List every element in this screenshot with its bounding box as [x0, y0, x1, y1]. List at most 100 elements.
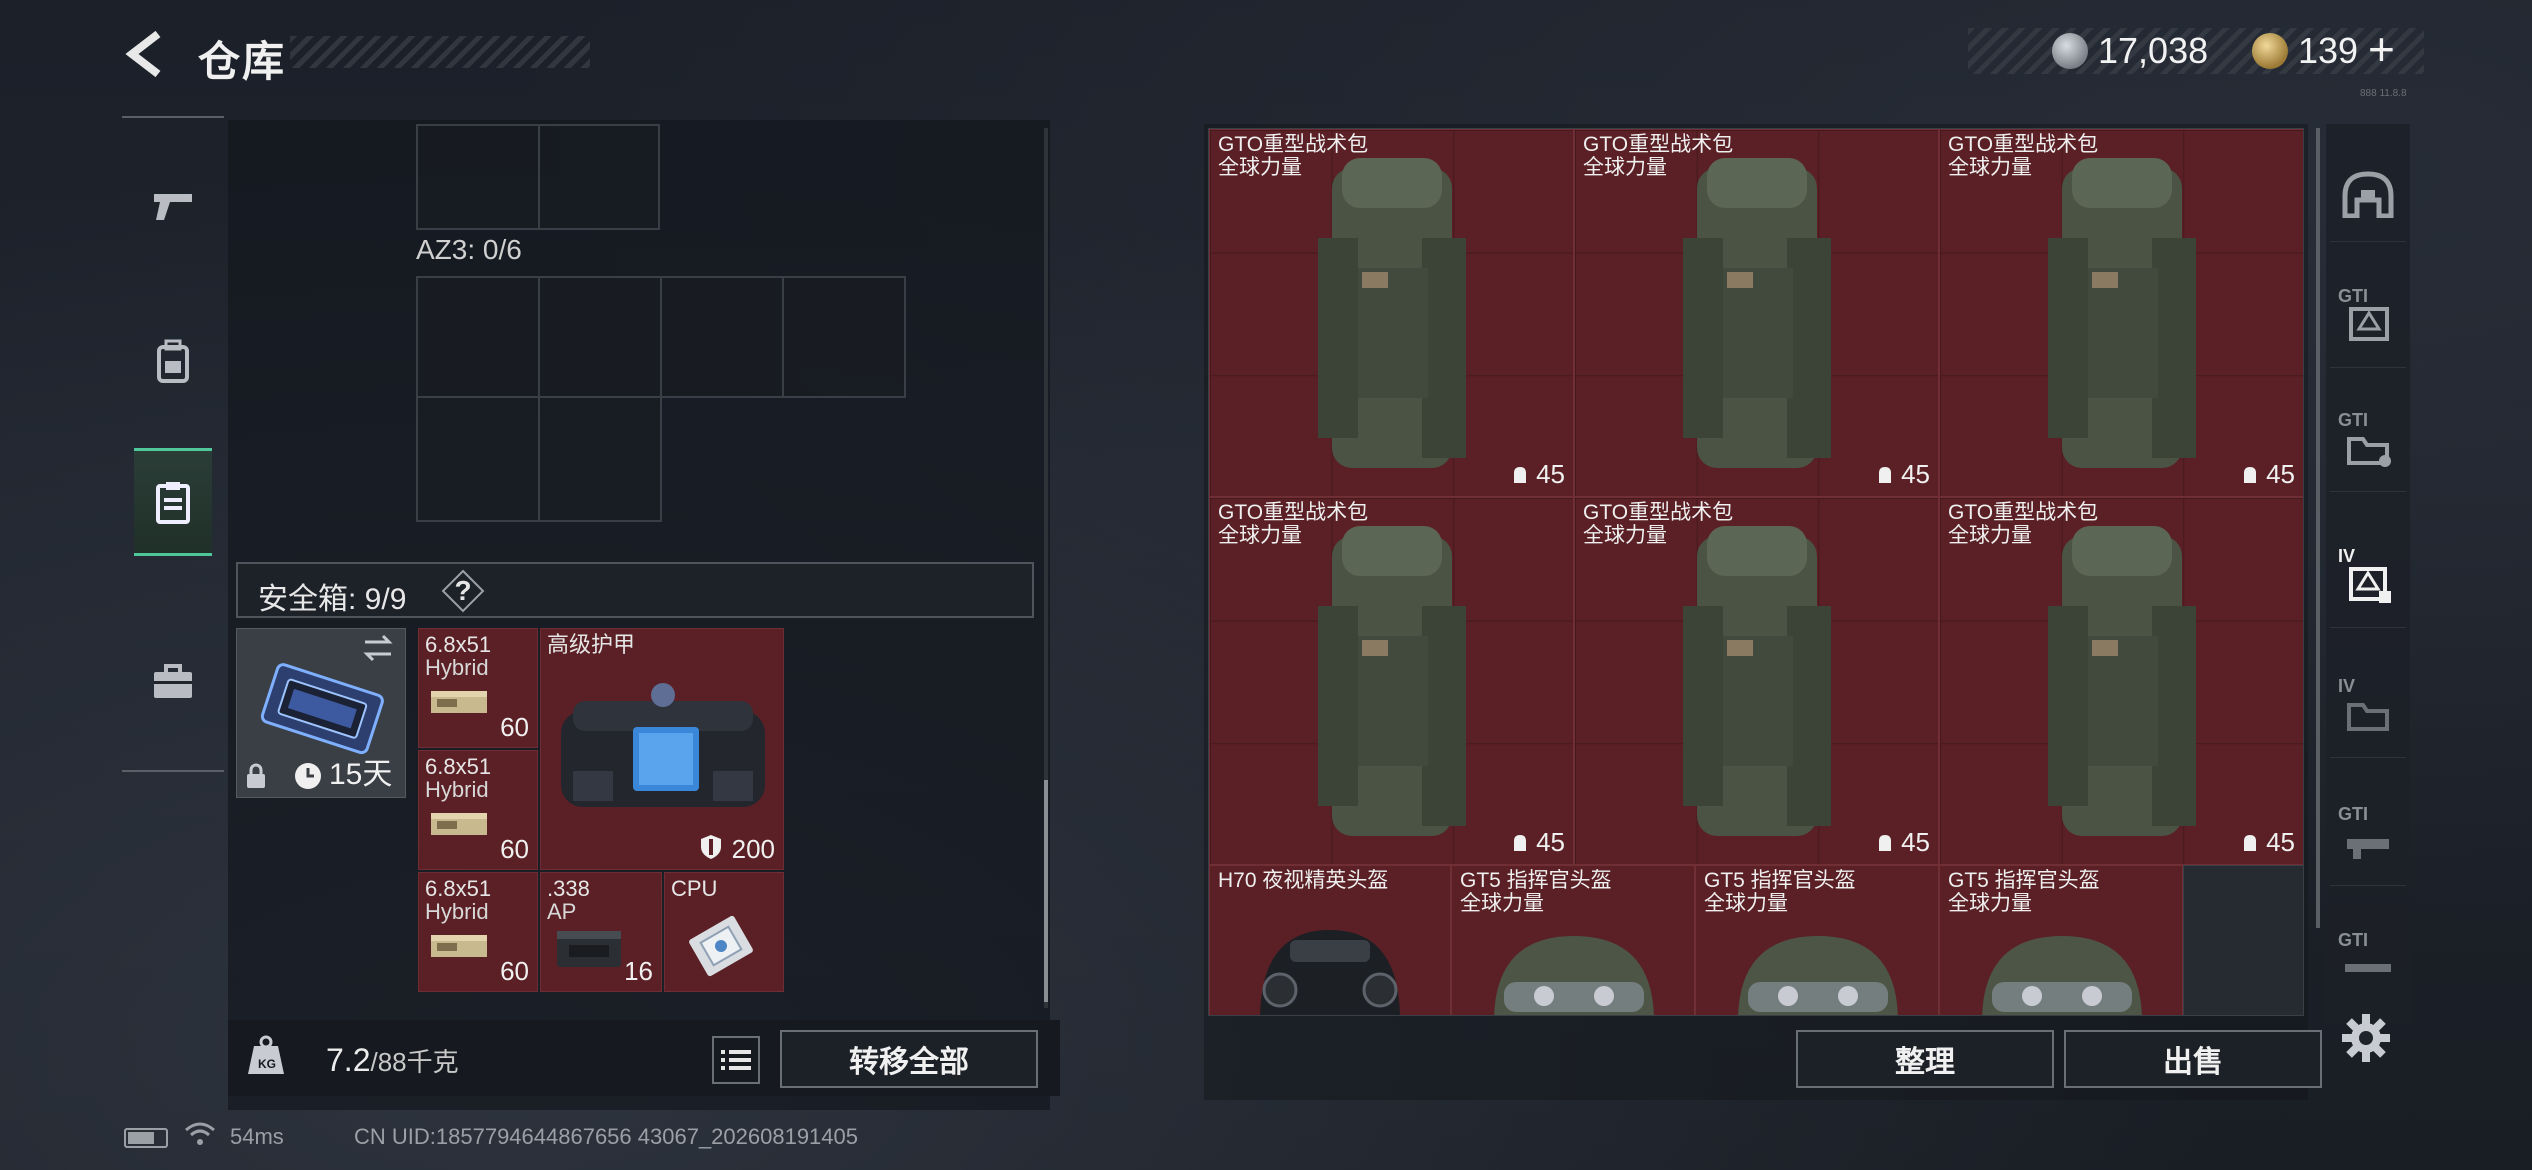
backpack-image: [1683, 158, 1831, 468]
slot-divider: [782, 276, 784, 398]
capacity-value: 45: [1901, 827, 1930, 857]
tab-container[interactable]: [134, 448, 212, 556]
stash-tab-gti-rifle[interactable]: GTI: [2330, 916, 2406, 1012]
capacity-value: 45: [1901, 459, 1930, 489]
stash-item-backpack[interactable]: GTO重型战术包 全球力量 45: [1209, 497, 1574, 865]
capacity-label: 45: [2240, 827, 2295, 858]
armor-item[interactable]: 高级护甲 200: [540, 628, 784, 870]
transfer-all-button[interactable]: 转移全部: [780, 1030, 1038, 1088]
capacity-value: 45: [1536, 459, 1565, 489]
stash-item-backpack[interactable]: GTO重型战术包 全球力量 45: [1209, 129, 1574, 497]
item-subname: 全球力量: [1218, 524, 1302, 547]
empty-stash-slot[interactable]: [2183, 865, 2303, 1015]
ammo-item[interactable]: .338 AP 16: [540, 872, 662, 992]
item-subname: 全球力量: [1704, 892, 1788, 915]
swap-icon: [361, 633, 395, 663]
tab-label: GTI: [2338, 410, 2368, 430]
tab-weapons[interactable]: [134, 152, 212, 260]
stash-tab-helmet[interactable]: [2330, 146, 2406, 242]
capacity-icon: [2244, 834, 2257, 851]
stash-tab-iv-folder[interactable]: IV: [2330, 662, 2406, 758]
backpack-icon: [153, 339, 193, 385]
add-currency-button[interactable]: +: [2368, 22, 2395, 76]
slot-divider: [538, 276, 540, 522]
capacity-icon: [1879, 834, 1892, 851]
capacity-label: 45: [1510, 827, 1565, 858]
case-timer: 15天: [329, 758, 393, 791]
item-subname: 全球力量: [1218, 156, 1302, 179]
capacity-value: 45: [2266, 827, 2295, 857]
backpack-image: [1318, 526, 1466, 836]
svg-text:KG: KG: [258, 1057, 276, 1071]
item-count: 60: [500, 834, 529, 864]
tab-label: GTI: [2338, 804, 2368, 824]
back-button[interactable]: [122, 28, 166, 80]
stash-tab-iv[interactable]: IV: [2330, 532, 2406, 628]
stash-item-backpack[interactable]: GTO重型战术包 全球力量 45: [1939, 129, 2303, 497]
safe-case-item[interactable]: 15天: [236, 628, 406, 798]
left-tab-bar: [122, 116, 224, 772]
item-name: 6.8x51: [425, 876, 492, 901]
backpack-image: [1318, 158, 1466, 468]
item-name: GT5 指挥官头盔: [1460, 869, 1612, 892]
ammo-item[interactable]: 6.8x51 Hybrid 60: [418, 628, 538, 748]
item-name: 高级护甲: [547, 632, 636, 657]
ammo-item[interactable]: 6.8x51 Hybrid 60: [418, 750, 538, 870]
stash-item-helmet[interactable]: GT5 指挥官头盔 全球力量: [1939, 865, 2183, 1015]
stash-item-backpack[interactable]: GTO重型战术包 全球力量 45: [1939, 497, 2303, 865]
clipboard-icon: [155, 480, 191, 524]
tab-backpack[interactable]: [134, 308, 212, 416]
item-subname: 全球力量: [1583, 524, 1667, 547]
sort-button[interactable]: 整理: [1796, 1030, 2054, 1088]
list-view-button[interactable]: [712, 1036, 760, 1084]
stash-tab-gti[interactable]: GTI: [2330, 272, 2406, 368]
item-subname: Hybrid: [425, 655, 489, 680]
capacity-icon: [1514, 466, 1527, 483]
item-name: GT5 指挥官头盔: [1948, 869, 2100, 892]
ping-value: 54ms: [230, 1124, 284, 1149]
stash-item-helmet[interactable]: H70 夜视精英头盔: [1209, 865, 1451, 1015]
commander-helmet-image: [1738, 936, 1898, 1015]
gold-coin-icon: [2252, 33, 2288, 69]
cpu-item[interactable]: CPU: [664, 872, 784, 992]
item-subname: 全球力量: [1583, 156, 1667, 179]
right-scrollbar[interactable]: [2316, 128, 2320, 928]
item-subname: AP: [547, 899, 577, 924]
stash-item-backpack[interactable]: GTO重型战术包 全球力量 45: [1574, 129, 1939, 497]
stash-item-backpack[interactable]: GTO重型战术包 全球力量 45: [1574, 497, 1939, 865]
tab-label: IV: [2338, 676, 2356, 696]
armor-bag-image: [561, 683, 765, 807]
item-count: 60: [500, 712, 529, 742]
ammo-box-image: [431, 691, 487, 713]
silver-coin-icon: [2052, 33, 2088, 69]
item-name: CPU: [671, 876, 718, 901]
weight-current: 7.2: [326, 1042, 371, 1078]
safe-box-help-button[interactable]: ?: [440, 568, 486, 614]
stash-item-helmet[interactable]: GT5 指挥官头盔 全球力量: [1451, 865, 1695, 1015]
tab-label: IV: [2338, 546, 2356, 566]
stash-tab-gti-gun[interactable]: GTI: [2330, 790, 2406, 886]
tab-label: GTI: [2338, 930, 2368, 950]
ammo-box-image: [431, 813, 487, 835]
left-scrollbar[interactable]: [1044, 780, 1048, 1002]
gold-currency-value: 139: [2298, 30, 2359, 71]
tab-label: GTI: [2338, 286, 2368, 306]
weight-max: /88千克: [370, 1047, 459, 1077]
commander-helmet-image: [1494, 936, 1654, 1015]
capacity-label: 45: [1875, 459, 1930, 490]
stash-tab-gti-folder[interactable]: GTI: [2330, 396, 2406, 492]
capacity-label: 45: [1510, 459, 1565, 490]
item-name: 6.8x51: [425, 632, 492, 657]
stash-item-helmet[interactable]: GT5 指挥官头盔 全球力量: [1695, 865, 1939, 1015]
tab-briefcase[interactable]: [134, 628, 212, 736]
item-subname: Hybrid: [425, 777, 489, 802]
sell-button[interactable]: 出售: [2064, 1030, 2322, 1088]
wifi-icon: [184, 1120, 216, 1148]
commander-helmet-image: [1982, 936, 2142, 1015]
capacity-value: 45: [2266, 459, 2295, 489]
gear-icon: [2338, 1010, 2394, 1066]
help-label: ?: [454, 575, 472, 606]
settings-button[interactable]: [2338, 1010, 2394, 1066]
ammo-item[interactable]: 6.8x51 Hybrid 60: [418, 872, 538, 992]
backpack-image: [2048, 158, 2196, 468]
